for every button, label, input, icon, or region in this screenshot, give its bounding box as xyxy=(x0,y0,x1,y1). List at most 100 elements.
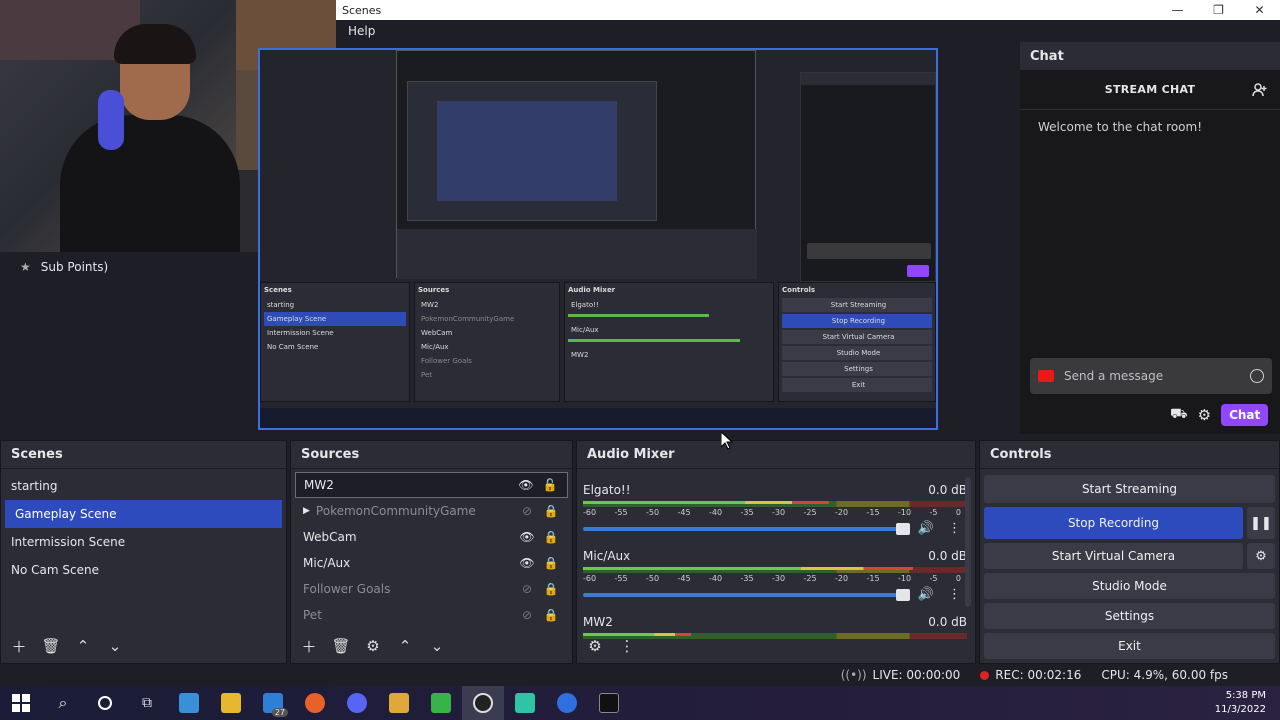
eye-icon[interactable]: 👁 xyxy=(517,478,535,492)
rec-status: REC: 00:02:16 xyxy=(980,668,1081,682)
mail-icon[interactable]: 27 xyxy=(252,686,294,720)
rec-dot-icon xyxy=(980,671,990,680)
scene-item[interactable]: No Cam Scene xyxy=(1,556,286,584)
window-title: Scenes xyxy=(342,3,382,17)
volume-slider[interactable] xyxy=(583,588,910,601)
volume-slider[interactable] xyxy=(583,522,910,535)
speaker-icon[interactable]: 🔊 xyxy=(918,521,934,536)
bluetooth-app-icon[interactable] xyxy=(546,686,588,720)
meter-scale-tick: -55 xyxy=(614,574,628,583)
task-view-icon[interactable]: ⧉ xyxy=(126,686,168,720)
kebab-menu-icon[interactable]: ⋮ xyxy=(615,635,639,657)
chat-send-button[interactable]: Chat xyxy=(1221,404,1269,426)
app-icon[interactable] xyxy=(504,686,546,720)
add-icon[interactable]: ＋ xyxy=(297,635,321,657)
file-explorer-icon[interactable] xyxy=(210,686,252,720)
volume-slider-knob[interactable] xyxy=(895,522,910,535)
lock-icon[interactable]: 🔒 xyxy=(542,504,560,518)
system-clock[interactable]: 5:38 PM 11/3/2022 xyxy=(1215,689,1280,717)
mw2-icon[interactable] xyxy=(588,686,630,720)
chevron-up-icon[interactable]: ⌃ xyxy=(393,635,417,657)
settings-button[interactable]: Settings xyxy=(984,603,1275,629)
trash-icon[interactable]: 🗑 xyxy=(329,635,353,657)
channel-name: Elgato!! xyxy=(583,483,631,497)
preview-control-btn: Studio Mode xyxy=(782,346,932,360)
users-icon[interactable] xyxy=(1252,82,1268,98)
exit-button[interactable]: Exit xyxy=(984,633,1275,659)
status-bar: ((•)) LIVE: 00:00:00 REC: 00:02:16 CPU: 4… xyxy=(0,664,1280,686)
gear-icon[interactable]: ⚙ xyxy=(361,635,385,657)
studio-mode-button[interactable]: Studio Mode xyxy=(984,573,1275,599)
streamer-hair xyxy=(114,24,196,64)
source-item[interactable]: MW2 👁 🔓 xyxy=(295,472,568,498)
stop-recording-button[interactable]: Stop Recording xyxy=(984,507,1243,539)
meter-scale-tick: -45 xyxy=(677,574,691,583)
source-item[interactable]: Pet ⊘ 🔒 xyxy=(295,602,568,628)
pause-icon[interactable]: ❚❚ xyxy=(1247,507,1275,539)
menu-bar: Help xyxy=(336,20,1280,42)
eye-icon[interactable]: 👁 xyxy=(518,530,536,544)
advanced-audio-gear-icon[interactable]: ⚙ xyxy=(583,635,607,657)
expand-arrow-icon[interactable]: ▶ xyxy=(303,506,310,516)
mixer-scrollbar[interactable] xyxy=(965,477,971,607)
eye-hidden-icon[interactable]: ⊘ xyxy=(518,582,536,596)
menu-help[interactable]: Help xyxy=(348,24,375,38)
unlock-icon[interactable]: 🔓 xyxy=(541,478,559,492)
emoji-icon[interactable] xyxy=(1250,369,1264,383)
eye-hidden-icon[interactable]: ⊘ xyxy=(518,504,536,518)
source-item[interactable]: WebCam 👁 🔒 xyxy=(295,524,568,550)
source-item[interactable]: ▶ PokemonCommunityGame ⊘ 🔒 xyxy=(295,498,568,524)
discord-icon[interactable] xyxy=(336,686,378,720)
channel-db: 0.0 dB xyxy=(928,615,967,629)
preview-sources-dock: Sources MW2 PokemonCommunityGame WebCam … xyxy=(414,282,560,402)
kebab-menu-icon[interactable]: ⋮ xyxy=(942,587,967,602)
source-name: Mic/Aux xyxy=(303,556,351,570)
gear-icon[interactable]: ⚙ xyxy=(1247,543,1275,569)
kebab-menu-icon[interactable]: ⋮ xyxy=(942,521,967,536)
store-icon[interactable] xyxy=(168,686,210,720)
eye-icon[interactable]: 👁 xyxy=(518,556,536,570)
chat-input-placeholder: Send a message xyxy=(1064,369,1164,383)
media-player-icon[interactable] xyxy=(378,686,420,720)
source-item[interactable]: Follower Goals ⊘ 🔒 xyxy=(295,576,568,602)
shop-icon[interactable]: ⛟ xyxy=(1170,406,1188,424)
lock-icon[interactable]: 🔒 xyxy=(542,582,560,596)
start-virtual-camera-button[interactable]: Start Virtual Camera xyxy=(984,543,1243,569)
program-preview[interactable]: Scenes starting Gameplay Scene Intermiss… xyxy=(258,48,938,430)
meter-scale-tick: -10 xyxy=(898,574,912,583)
start-streaming-button[interactable]: Start Streaming xyxy=(984,475,1275,503)
search-icon[interactable]: ⌕ xyxy=(42,686,84,720)
preview-control-btn: Stop Recording xyxy=(782,314,932,328)
close-icon[interactable]: ✕ xyxy=(1239,3,1280,17)
chat-message-input[interactable]: Send a message xyxy=(1030,358,1272,394)
lock-icon[interactable]: 🔒 xyxy=(542,556,560,570)
speaker-icon[interactable]: 🔊 xyxy=(918,587,934,602)
lock-icon[interactable]: 🔒 xyxy=(542,530,560,544)
cortana-icon[interactable] xyxy=(84,686,126,720)
windows-start-icon[interactable] xyxy=(0,686,42,720)
preview-source-item: Mic/Aux xyxy=(421,343,449,351)
chevron-up-icon[interactable]: ⌃ xyxy=(71,635,95,657)
maximize-icon[interactable]: ❐ xyxy=(1198,3,1239,17)
volume-slider-knob[interactable] xyxy=(895,588,910,601)
gear-icon[interactable]: ⚙ xyxy=(1198,406,1211,424)
trash-icon[interactable]: 🗑 xyxy=(39,635,63,657)
scene-item[interactable]: starting xyxy=(1,472,286,500)
obs-icon[interactable] xyxy=(462,686,504,720)
meter-scale-tick: -35 xyxy=(740,574,754,583)
scene-item[interactable]: Gameplay Scene xyxy=(5,500,282,528)
chevron-down-icon[interactable]: ⌄ xyxy=(425,635,449,657)
spreadsheet-icon[interactable] xyxy=(420,686,462,720)
eye-hidden-icon[interactable]: ⊘ xyxy=(518,608,536,622)
meter-scale-tick: -15 xyxy=(866,574,880,583)
lock-icon[interactable]: 🔒 xyxy=(542,608,560,622)
preview-source-item: PokemonCommunityGame xyxy=(421,315,515,323)
minimize-icon[interactable]: — xyxy=(1157,3,1198,17)
source-item[interactable]: Mic/Aux 👁 🔒 xyxy=(295,550,568,576)
meter-scale-tick: -10 xyxy=(898,508,912,517)
mixer-channel: Elgato!! 0.0 dB -60 -55 -50 -45 -40 -35 -30 -25… xyxy=(577,479,975,545)
firefox-icon[interactable] xyxy=(294,686,336,720)
chevron-down-icon[interactable]: ⌄ xyxy=(103,635,127,657)
scene-item[interactable]: Intermission Scene xyxy=(1,528,286,556)
add-icon[interactable]: ＋ xyxy=(7,635,31,657)
